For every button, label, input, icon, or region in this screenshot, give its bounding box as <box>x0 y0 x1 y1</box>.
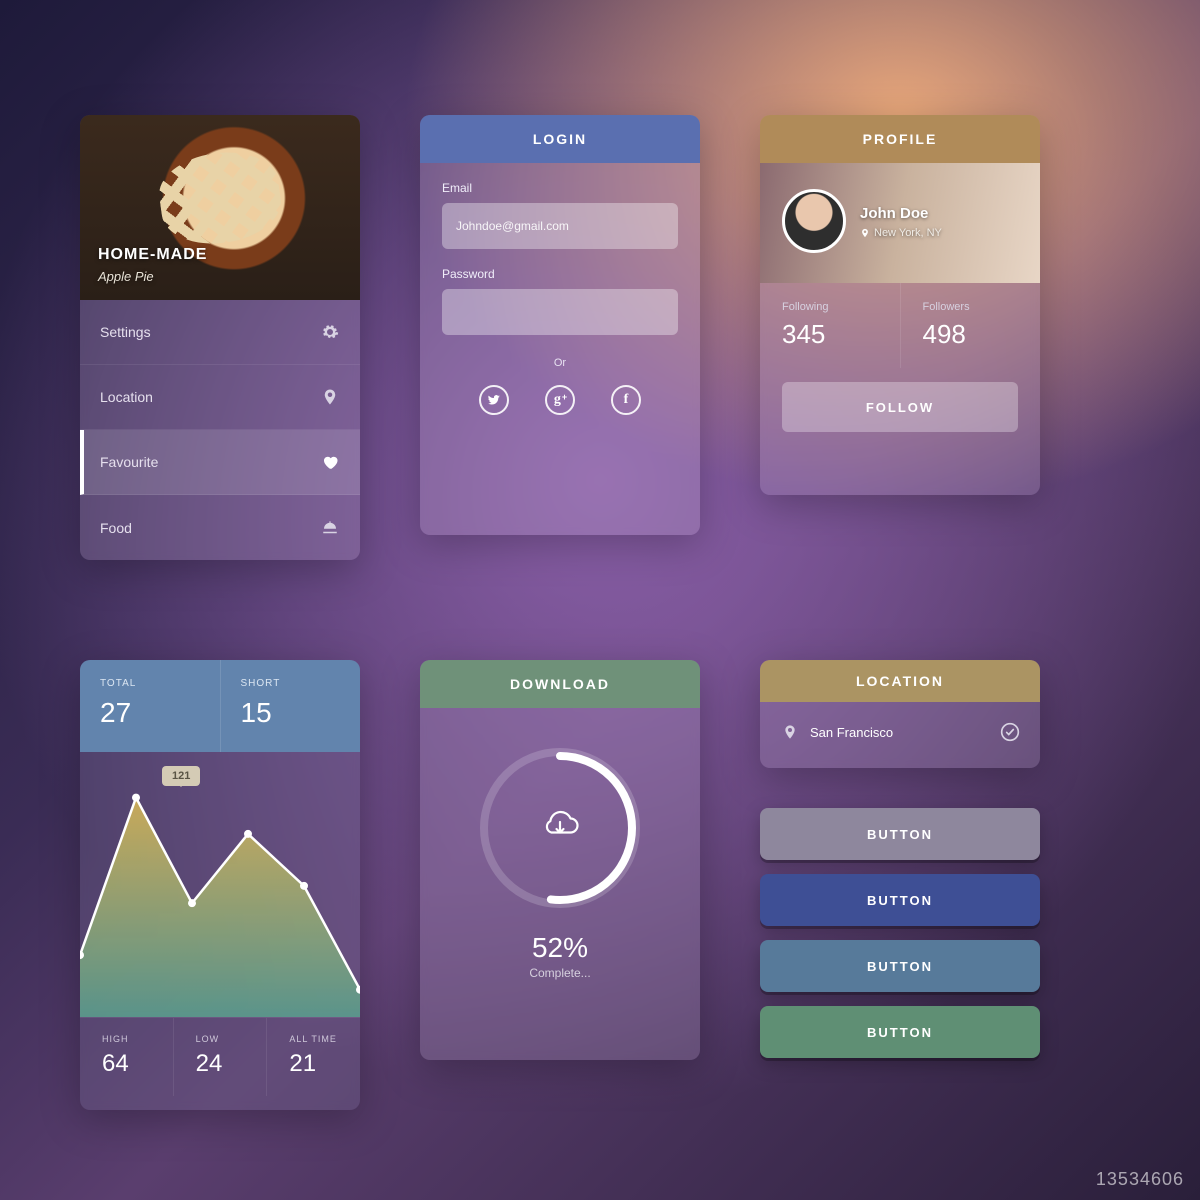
nav-item-label: Food <box>100 520 132 536</box>
stats-alltime-value: 21 <box>289 1050 346 1078</box>
download-header: DOWNLOAD <box>420 660 700 708</box>
pin-icon <box>320 387 340 407</box>
stats-low-value: 24 <box>196 1050 253 1078</box>
followers-value: 498 <box>923 319 1019 350</box>
nav-hero-image: HOME-MADE Apple Pie <box>80 115 360 300</box>
cloud-download-icon <box>539 805 581 852</box>
nav-hero-title: HOME-MADE <box>98 246 207 264</box>
nav-item-settings[interactable]: Settings <box>80 300 360 365</box>
nav-item-label: Favourite <box>100 454 158 470</box>
followers-label: Followers <box>923 301 1019 313</box>
location-card: LOCATION San Francisco <box>760 660 1040 768</box>
profile-followers[interactable]: Followers 498 <box>900 283 1041 368</box>
stats-low-label: LOW <box>196 1034 253 1044</box>
heart-icon <box>320 452 340 472</box>
generic-button-4[interactable]: BUTTON <box>760 1006 1040 1058</box>
stats-short[interactable]: SHORT 15 <box>220 660 361 752</box>
google-plus-icon[interactable]: g+ <box>545 385 575 415</box>
password-label: Password <box>442 267 678 281</box>
profile-following[interactable]: Following 345 <box>760 283 900 368</box>
nav-item-label: Settings <box>100 324 151 340</box>
watermark-text: 13534606 <box>1096 1169 1184 1190</box>
stats-bottom-row: HIGH 64 LOW 24 ALL TIME 21 <box>80 1017 360 1096</box>
twitter-icon[interactable] <box>479 385 509 415</box>
profile-location-text: New York, NY <box>874 227 942 239</box>
stats-total-value: 27 <box>100 697 200 729</box>
chart-tooltip: 121 <box>162 766 200 786</box>
stats-total-label: TOTAL <box>100 678 200 689</box>
pin-icon <box>780 722 800 742</box>
login-or-divider: Or <box>442 357 678 369</box>
stats-high-label: HIGH <box>102 1034 159 1044</box>
email-input[interactable] <box>442 203 678 249</box>
follow-button[interactable]: FOLLOW <box>782 382 1018 432</box>
generic-button-3[interactable]: BUTTON <box>760 940 1040 992</box>
password-input[interactable] <box>442 289 678 335</box>
login-card: LOGIN Email Password Or g+ f <box>420 115 700 535</box>
download-progress-ring <box>480 748 640 908</box>
facebook-icon[interactable]: f <box>611 385 641 415</box>
stats-card: TOTAL 27 SHORT 15 121 HIGH 64 LOW <box>80 660 360 1110</box>
nav-item-location[interactable]: Location <box>80 365 360 430</box>
profile-location: New York, NY <box>860 227 942 239</box>
location-city: San Francisco <box>810 725 893 740</box>
profile-stats: Following 345 Followers 498 <box>760 283 1040 368</box>
stats-top-row: TOTAL 27 SHORT 15 <box>80 660 360 752</box>
stats-alltime: ALL TIME 21 <box>266 1018 360 1096</box>
location-header: LOCATION <box>760 660 1040 702</box>
nav-card: HOME-MADE Apple Pie Settings Location Fa… <box>80 115 360 560</box>
stats-high-value: 64 <box>102 1050 159 1078</box>
profile-cover-image: John Doe New York, NY <box>760 163 1040 283</box>
generic-button-2[interactable]: BUTTON <box>760 874 1040 926</box>
email-label: Email <box>442 181 678 195</box>
stats-low: LOW 24 <box>173 1018 267 1096</box>
stats-high: HIGH 64 <box>80 1018 173 1096</box>
stats-short-value: 15 <box>241 697 341 729</box>
stats-chart: 121 <box>80 752 360 1017</box>
following-value: 345 <box>782 319 878 350</box>
download-percent-label: Complete... <box>420 966 700 980</box>
avatar[interactable] <box>782 189 846 253</box>
stats-alltime-label: ALL TIME <box>289 1034 346 1044</box>
nav-item-food[interactable]: Food <box>80 495 360 560</box>
profile-card: PROFILE John Doe New York, NY Following … <box>760 115 1040 495</box>
login-header: LOGIN <box>420 115 700 163</box>
nav-hero-subtitle: Apple Pie <box>98 269 154 284</box>
download-percent: 52% <box>420 932 700 964</box>
stats-short-label: SHORT <box>241 678 341 689</box>
pie-illustration <box>154 145 285 251</box>
pin-icon <box>860 228 870 238</box>
gear-icon <box>320 322 340 342</box>
profile-name: John Doe <box>860 205 928 222</box>
location-row[interactable]: San Francisco <box>760 702 1040 762</box>
generic-button-1[interactable]: BUTTON <box>760 808 1040 860</box>
login-social-row: g+ f <box>442 385 678 425</box>
following-label: Following <box>782 301 878 313</box>
download-card: DOWNLOAD 52% Complete... <box>420 660 700 1060</box>
cloche-icon <box>320 518 340 538</box>
profile-header: PROFILE <box>760 115 1040 163</box>
check-circle-icon[interactable] <box>1000 722 1020 742</box>
nav-menu: Settings Location Favourite Food <box>80 300 360 560</box>
stats-total[interactable]: TOTAL 27 <box>80 660 220 752</box>
nav-item-favourite[interactable]: Favourite <box>80 430 360 495</box>
nav-item-label: Location <box>100 389 153 405</box>
